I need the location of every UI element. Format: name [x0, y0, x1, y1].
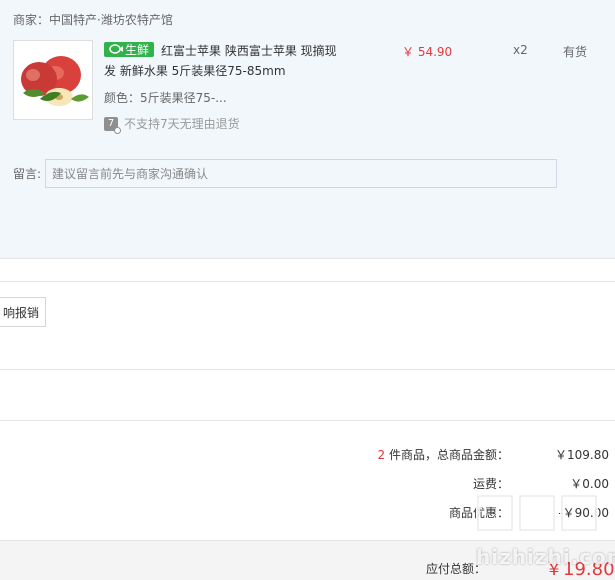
fresh-tag-label: 生鲜: [124, 43, 149, 57]
invoice-button-label: 响报销: [2, 305, 39, 320]
shop-label: 商家：: [13, 13, 50, 27]
summary-discount-row: 商品优惠： -￥90.00: [339, 504, 609, 521]
fresh-tag: 生鲜: [104, 42, 154, 57]
checkout-page: 商家：中国特产·潍坊农特产馆 红富士苹果 陕西富士苹果 现摘现发 新鲜水果 5斤…: [0, 0, 615, 580]
message-label: 留言:: [13, 167, 42, 181]
unit-price: ￥ 54.90: [402, 45, 453, 59]
summary-goods-row: 2 件商品，总商品金额： ￥109.80: [339, 446, 609, 463]
shop-name: 商家：中国特产·潍坊农特产馆: [13, 11, 173, 28]
return-policy: 7 不支持7天无理由退货: [104, 115, 240, 134]
divider: [0, 369, 615, 370]
goods-total: ￥109.80: [555, 448, 609, 462]
discount-value: -￥90.00: [558, 506, 609, 520]
order-panel: 商家：中国特产·潍坊农特产馆 红富士苹果 陕西富士苹果 现摘现发 新鲜水果 5斤…: [0, 0, 615, 259]
product-image[interactable]: [13, 40, 93, 120]
apple-image: [21, 56, 89, 106]
summary-shipping-row: 运费： ￥0.00: [339, 475, 609, 492]
divider: [0, 420, 615, 421]
summary-goods-label: 2 件商品，总商品金额：: [377, 448, 509, 462]
discount-label: 商品优惠：: [448, 506, 509, 520]
return-policy-text: 不支持7天无理由退货: [124, 117, 240, 131]
no-return-icon: 7: [104, 116, 121, 134]
stock-status: 有货: [563, 45, 588, 59]
message-input[interactable]: [45, 159, 557, 188]
quantity: x2: [513, 43, 528, 57]
shipping-value: ￥0.00: [570, 477, 609, 491]
product-attribute: 颜色：5斤装果径75-...: [104, 91, 227, 105]
invoice-button[interactable]: 响报销: [0, 297, 46, 327]
shop-name-text[interactable]: 中国特产·潍坊农特产馆: [49, 13, 173, 27]
watermark-text: hizhizhi.com: [476, 545, 615, 569]
divider: [0, 281, 615, 282]
shipping-label: 运费：: [472, 477, 509, 491]
fresh-icon: [109, 43, 123, 57]
